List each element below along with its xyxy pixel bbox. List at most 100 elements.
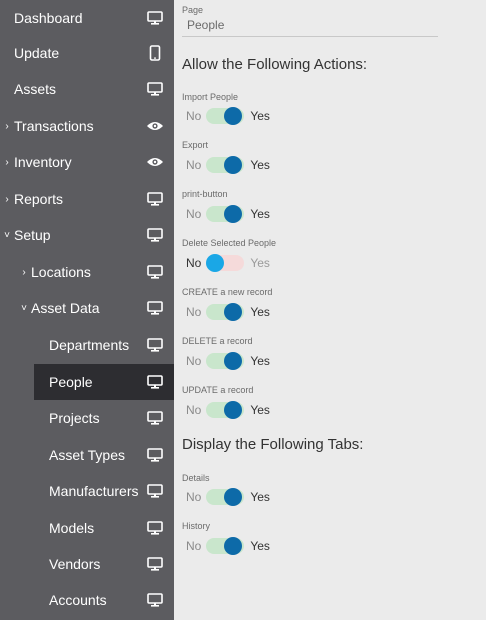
monitor-icon <box>146 80 164 98</box>
no-label: No <box>186 305 202 319</box>
chevron-right-icon: › <box>5 193 9 205</box>
chevron-right-icon: › <box>5 156 9 168</box>
main-panel: Page People Allow the Following Actions:… <box>174 0 486 620</box>
toggle-knob <box>224 537 243 555</box>
chevron-right-icon: › <box>5 120 9 132</box>
sidebar-item-models[interactable]: Models <box>0 510 174 546</box>
delete-selected-people-toggle[interactable] <box>206 254 245 272</box>
sidebar-item-vendors[interactable]: Vendors <box>0 546 174 582</box>
print-button-toggle[interactable] <box>206 205 245 223</box>
monitor-icon <box>146 9 164 27</box>
sidebar-item-projects[interactable]: Projects <box>0 400 174 436</box>
actions-section-title: Allow the Following Actions: <box>182 56 368 73</box>
no-label: No <box>186 354 202 368</box>
monitor-icon <box>146 519 164 537</box>
no-label: No <box>186 539 202 553</box>
monitor-icon <box>146 226 164 244</box>
details-tab-toggle-row: No Yes <box>186 487 270 507</box>
sidebar-item-setup[interactable]: ˅ Setup <box>0 217 174 253</box>
option-label: Export <box>182 140 209 150</box>
mobile-icon <box>146 44 164 62</box>
monitor-icon <box>146 591 164 609</box>
no-label: No <box>186 403 202 417</box>
toggle-knob <box>224 107 243 125</box>
monitor-icon <box>146 409 164 427</box>
sidebar-item-transactions[interactable]: › Transactions <box>0 108 174 144</box>
delete-record-toggle[interactable] <box>206 352 245 370</box>
option-label: History <box>182 521 211 531</box>
print-button-toggle-row: No Yes <box>186 204 270 224</box>
delete-selected-toggle-row: No Yes <box>186 253 270 273</box>
sidebar-item-asset-data[interactable]: ˅ Asset Data <box>0 290 174 326</box>
monitor-icon <box>146 190 164 208</box>
create-record-toggle-row: No Yes <box>186 302 270 322</box>
sidebar-item-dashboard[interactable]: Dashboard <box>0 0 174 36</box>
monitor-icon <box>146 482 164 500</box>
yes-label: Yes <box>250 490 270 504</box>
toggle-knob <box>224 205 243 223</box>
no-label: No <box>186 207 202 221</box>
create-record-toggle[interactable] <box>206 303 245 321</box>
chevron-down-icon: ˅ <box>4 229 10 241</box>
monitor-icon <box>146 555 164 573</box>
update-record-toggle-row: No Yes <box>186 400 270 420</box>
chevron-down-icon: ˅ <box>21 302 27 314</box>
update-record-toggle[interactable] <box>206 401 245 419</box>
yes-label: Yes <box>250 305 270 319</box>
yes-label: Yes <box>250 109 270 123</box>
no-label: No <box>186 158 202 172</box>
option-label: Delete Selected People <box>182 238 277 248</box>
no-label: No <box>186 490 202 504</box>
sidebar-item-assets[interactable]: Assets <box>0 71 174 107</box>
history-tab-toggle[interactable] <box>206 537 245 555</box>
page-field[interactable]: People <box>182 15 438 37</box>
toggle-knob <box>206 254 225 272</box>
export-toggle-row: No Yes <box>186 155 270 175</box>
toggle-knob <box>224 488 243 506</box>
sidebar-item-accounts[interactable]: Accounts <box>0 582 174 618</box>
import-people-toggle-row: No Yes <box>186 106 270 126</box>
sidebar-item-asset-types[interactable]: Asset Types <box>0 437 174 473</box>
page-field-label: Page <box>182 5 204 15</box>
monitor-icon <box>146 373 164 391</box>
tabs-section-title: Display the Following Tabs: <box>182 436 364 453</box>
option-label: Details <box>182 473 210 483</box>
monitor-icon <box>146 336 164 354</box>
eye-icon <box>146 153 164 171</box>
toggle-knob <box>224 401 243 419</box>
yes-label: Yes <box>250 256 270 270</box>
eye-icon <box>146 117 164 135</box>
option-label: CREATE a new record <box>182 287 273 297</box>
sidebar: Dashboard Update Assets › Transactions › I… <box>0 0 174 620</box>
sidebar-item-reports[interactable]: › Reports <box>0 181 174 217</box>
monitor-icon <box>146 446 164 464</box>
option-label: Import People <box>182 92 239 102</box>
history-tab-toggle-row: No Yes <box>186 536 270 556</box>
toggle-knob <box>224 352 243 370</box>
export-toggle[interactable] <box>206 156 245 174</box>
monitor-icon <box>146 263 164 281</box>
option-label: UPDATE a record <box>182 385 254 395</box>
no-label: No <box>186 256 202 270</box>
yes-label: Yes <box>250 354 270 368</box>
sidebar-item-manufacturers[interactable]: Manufacturers <box>0 473 174 509</box>
option-label: DELETE a record <box>182 336 253 346</box>
monitor-icon <box>146 299 164 317</box>
toggle-knob <box>224 303 243 321</box>
details-tab-toggle[interactable] <box>206 488 245 506</box>
import-people-toggle[interactable] <box>206 107 245 125</box>
toggle-knob <box>224 156 243 174</box>
yes-label: Yes <box>250 158 270 172</box>
yes-label: Yes <box>250 403 270 417</box>
sidebar-item-update[interactable]: Update <box>0 35 174 71</box>
sidebar-item-people[interactable]: People <box>34 364 174 400</box>
sidebar-item-locations[interactable]: › Locations <box>0 254 174 290</box>
yes-label: Yes <box>250 207 270 221</box>
yes-label: Yes <box>250 539 270 553</box>
chevron-right-icon: › <box>22 266 26 278</box>
sidebar-item-inventory[interactable]: › Inventory <box>0 144 174 180</box>
no-label: No <box>186 109 202 123</box>
sidebar-item-departments[interactable]: Departments <box>0 327 174 363</box>
option-label: print-button <box>182 189 228 199</box>
delete-record-toggle-row: No Yes <box>186 351 270 371</box>
